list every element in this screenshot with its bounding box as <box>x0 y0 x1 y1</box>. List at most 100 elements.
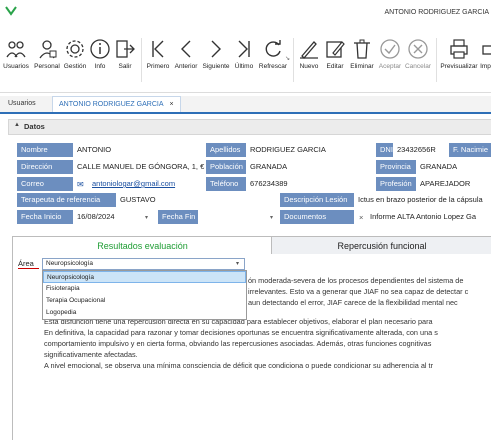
ribbon-expander-icon[interactable]: ↘ <box>285 55 290 62</box>
close-tab-icon[interactable]: × <box>170 101 174 108</box>
cancelar-button[interactable]: Cancelar <box>404 38 432 70</box>
poblacion-field[interactable]: GRANADA <box>246 160 376 174</box>
document-tabs: Usuarios ANTONIO RODRIGUEZ GARCIA × <box>0 96 491 114</box>
telefono-label: Teléfono <box>206 177 246 191</box>
staff-icon <box>39 40 57 59</box>
direccion-label: Dirección <box>17 160 73 174</box>
ribbon-separator <box>436 38 437 82</box>
remove-document-icon[interactable]: × <box>359 213 363 222</box>
refrescar-button[interactable]: Refrescar <box>257 38 289 70</box>
delete-icon <box>354 39 370 59</box>
refresh-icon <box>265 40 281 57</box>
salir-button[interactable]: Salir <box>114 38 136 70</box>
current-user-name: ANTONIO RODRIGUEZ GARCIA <box>384 9 490 16</box>
area-label: Área <box>18 259 34 268</box>
poblacion-label: Población <box>206 160 246 174</box>
tab-label: ANTONIO RODRIGUEZ GARCIA <box>59 101 164 108</box>
apellidos-field[interactable]: RODRIGUEZ GARCIA <box>246 143 376 157</box>
nombre-field[interactable]: ANTONIO <box>73 143 205 157</box>
text-line: aun detectando el error, JIAF carece de … <box>248 298 458 307</box>
gear-icon <box>66 40 84 58</box>
first-icon <box>152 40 164 58</box>
edit-icon <box>326 41 345 58</box>
descripcion-lesion-label: Descripción Lesión <box>280 193 354 207</box>
provincia-field[interactable]: GRANADA <box>416 160 491 174</box>
fecha-fin-label: Fecha Fin <box>158 210 198 224</box>
ultimo-button[interactable]: Último <box>232 38 256 70</box>
fecha-fin-dropdown-icon[interactable]: ▾ <box>270 214 273 221</box>
aceptar-button[interactable]: Aceptar <box>377 38 403 70</box>
ribbon-separator <box>141 38 142 82</box>
area-required-underline <box>18 268 39 269</box>
correo-field[interactable]: antoniologar@gmail.com <box>88 177 205 191</box>
area-option[interactable]: Logopedia <box>43 307 246 319</box>
descripcion-lesion-field[interactable]: Ictus en brazo posterior de la cápsula <box>354 193 491 207</box>
imprimir-button[interactable]: Imp <box>480 38 491 70</box>
print-preview-icon <box>450 39 468 59</box>
fecha-fin-field[interactable] <box>198 210 276 224</box>
fecha-nacimiento-label: F. Nacimie <box>449 143 491 157</box>
last-icon <box>238 40 250 58</box>
nuevo-button[interactable]: Nuevo <box>296 38 322 70</box>
info-icon <box>90 39 110 59</box>
tab-resultados-evaluacion[interactable]: Resultados evaluación <box>12 236 273 255</box>
ribbon-toolbar: Usuarios Personal Gestión Info Salir Pri… <box>0 30 491 93</box>
previsualizar-button[interactable]: Previsualizar <box>439 38 479 70</box>
apellidos-label: Apellidos <box>206 143 246 157</box>
section-title: Datos <box>24 122 45 131</box>
area-option[interactable]: Fisioterapia <box>43 283 246 295</box>
exit-icon <box>116 40 135 58</box>
area-dropdown-list: Neuropsicología Fisioterapia Terapia Ocu… <box>42 270 247 320</box>
text-line: ón moderada-severa de los procesos depen… <box>248 276 464 285</box>
email-icon: ✉ <box>77 180 84 189</box>
collapse-icon[interactable]: ▲ <box>14 122 20 128</box>
terapeuta-label: Terapeuta de referencia <box>17 193 116 207</box>
users-icon <box>6 41 26 58</box>
area-option[interactable]: Neuropsicología <box>43 271 246 283</box>
next-icon <box>211 40 221 58</box>
tab-repercusion-funcional[interactable]: Repercusión funcional <box>271 236 491 256</box>
nombre-label: Nombre <box>17 143 73 157</box>
fecha-inicio-label: Fecha Inicio <box>17 210 73 224</box>
cancel-icon <box>408 39 428 59</box>
provincia-label: Provincia <box>376 160 416 174</box>
documento-item[interactable]: Informe ALTA Antonio Lopez Ga <box>366 210 491 224</box>
dni-field[interactable]: 23432656R <box>393 143 448 157</box>
usuarios-button[interactable]: Usuarios <box>3 38 29 70</box>
terapeuta-field[interactable]: GUSTAVO <box>116 193 278 207</box>
anterior-button[interactable]: Anterior <box>172 38 200 70</box>
personal-button[interactable]: Personal <box>33 38 61 70</box>
text-line: comportamiento impulsivo y en cierta for… <box>44 339 432 348</box>
text-line: irrelevantes. Esto va a generar que JIAF… <box>248 287 469 296</box>
info-button[interactable]: Info <box>89 38 111 70</box>
correo-label: Correo <box>17 177 73 191</box>
fecha-inicio-dropdown-icon[interactable]: ▾ <box>145 214 148 221</box>
siguiente-button[interactable]: Siguiente <box>201 38 231 70</box>
area-select[interactable]: Neuropsicología <box>42 258 245 270</box>
primero-button[interactable]: Primero <box>145 38 171 70</box>
text-line: En definitiva, la capacidad para razonar… <box>44 328 438 337</box>
text-line: A nivel emocional, se observa una mínima… <box>44 361 433 370</box>
telefono-field[interactable]: 676234389 <box>246 177 376 191</box>
accept-icon <box>380 39 400 59</box>
new-icon <box>300 41 318 59</box>
documentos-label: Documentos <box>280 210 354 224</box>
tab-antonio-rodriguez[interactable]: ANTONIO RODRIGUEZ GARCIA × <box>52 96 181 112</box>
editar-button[interactable]: Editar <box>322 38 348 70</box>
text-line: significativamente afectadas. <box>44 350 138 359</box>
print-icon <box>482 45 491 55</box>
direccion-field[interactable]: CALLE MANUEL DE GÓNGORA, 1, € <box>73 160 205 174</box>
eliminar-button[interactable]: Eliminar <box>348 38 376 70</box>
profesion-field[interactable]: APAREJADOR <box>416 177 491 191</box>
profesion-label: Profesión <box>376 177 416 191</box>
gestion-button[interactable]: Gestión <box>63 38 87 70</box>
previous-icon <box>181 40 191 58</box>
tab-usuarios[interactable]: Usuarios <box>2 96 42 112</box>
chevron-down-icon[interactable]: ▾ <box>236 260 239 267</box>
dni-label: DNI <box>376 143 393 157</box>
fecha-inicio-field[interactable]: 16/08/2024 <box>73 210 151 224</box>
datos-section-header[interactable] <box>8 119 491 135</box>
area-option[interactable]: Terapia Ocupacional <box>43 295 246 307</box>
ribbon-separator <box>293 38 294 82</box>
app-logo-icon <box>5 6 17 16</box>
